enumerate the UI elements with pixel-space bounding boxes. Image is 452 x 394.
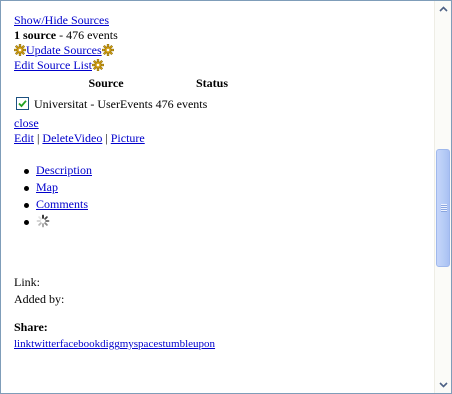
grip-icon bbox=[441, 204, 447, 212]
vertical-scrollbar[interactable] bbox=[434, 1, 451, 393]
events-count: - 476 events bbox=[56, 28, 118, 42]
list-item: Comments bbox=[24, 196, 434, 213]
share-link-facebook[interactable]: facebook bbox=[60, 338, 100, 350]
content-area: Show/Hide Sources 1 source - 476 events … bbox=[14, 13, 434, 352]
added-by-label: Added by: bbox=[14, 292, 65, 306]
loading-spinner-icon bbox=[36, 214, 50, 228]
column-header-source: Source bbox=[88, 76, 124, 90]
chevron-down-icon bbox=[438, 382, 448, 388]
scroll-thumb[interactable] bbox=[436, 149, 450, 267]
share-link-twitter[interactable]: twitter bbox=[31, 338, 60, 350]
chevron-up-icon bbox=[438, 6, 448, 12]
share-link-link[interactable]: link bbox=[14, 338, 31, 350]
edit-link[interactable]: Edit bbox=[14, 131, 34, 145]
list-item: Description bbox=[24, 162, 434, 179]
link-label: Link: bbox=[14, 275, 40, 289]
share-link-stumbleupon[interactable]: stumbleupon bbox=[158, 338, 215, 350]
gear-icon bbox=[92, 59, 104, 71]
video-actions: Edit | DeleteVideo | Picture bbox=[14, 131, 434, 146]
content-frame: Show/Hide Sources 1 source - 476 events … bbox=[0, 0, 452, 394]
picture-link[interactable]: Picture bbox=[111, 131, 145, 145]
share-link-myspace[interactable]: myspace bbox=[120, 338, 158, 350]
sources-summary: 1 source - 476 events bbox=[14, 28, 434, 43]
column-header-status: Status bbox=[196, 76, 229, 90]
list-item: Map bbox=[24, 179, 434, 196]
scroll-down-button[interactable] bbox=[435, 377, 451, 393]
edit-source-list-link[interactable]: Edit Source List bbox=[14, 58, 92, 72]
share-links: linktwitterfacebookdiggmyspacestumbleupo… bbox=[14, 337, 434, 352]
close-link[interactable]: close bbox=[14, 116, 39, 130]
list-item bbox=[24, 213, 434, 230]
table-row: Universitat - UserEvents 476 events bbox=[16, 97, 256, 112]
delete-video-link[interactable]: DeleteVideo bbox=[42, 131, 102, 145]
show-hide-sources-link[interactable]: Show/Hide Sources bbox=[14, 13, 109, 27]
source-checkbox[interactable] bbox=[16, 97, 29, 110]
share-label: Share: bbox=[14, 320, 48, 334]
tab-comments[interactable]: Comments bbox=[36, 197, 88, 211]
tab-description[interactable]: Description bbox=[36, 163, 92, 177]
sources-count: 1 source bbox=[14, 28, 57, 42]
checkmark-icon bbox=[18, 100, 27, 108]
gear-icon bbox=[101, 44, 114, 56]
scroll-up-button[interactable] bbox=[435, 1, 451, 17]
update-sources-link[interactable]: Update Sources bbox=[26, 43, 102, 57]
separator: | bbox=[102, 131, 111, 145]
tab-map[interactable]: Map bbox=[36, 180, 58, 194]
source-row-text: Universitat - UserEvents 476 events bbox=[34, 97, 208, 111]
gear-icon bbox=[14, 44, 26, 56]
detail-tabs: Description Map Comments bbox=[14, 162, 434, 230]
share-link-digg[interactable]: digg bbox=[100, 338, 120, 350]
sources-table: Source Status Universitat - UserEvents 4… bbox=[16, 76, 256, 112]
